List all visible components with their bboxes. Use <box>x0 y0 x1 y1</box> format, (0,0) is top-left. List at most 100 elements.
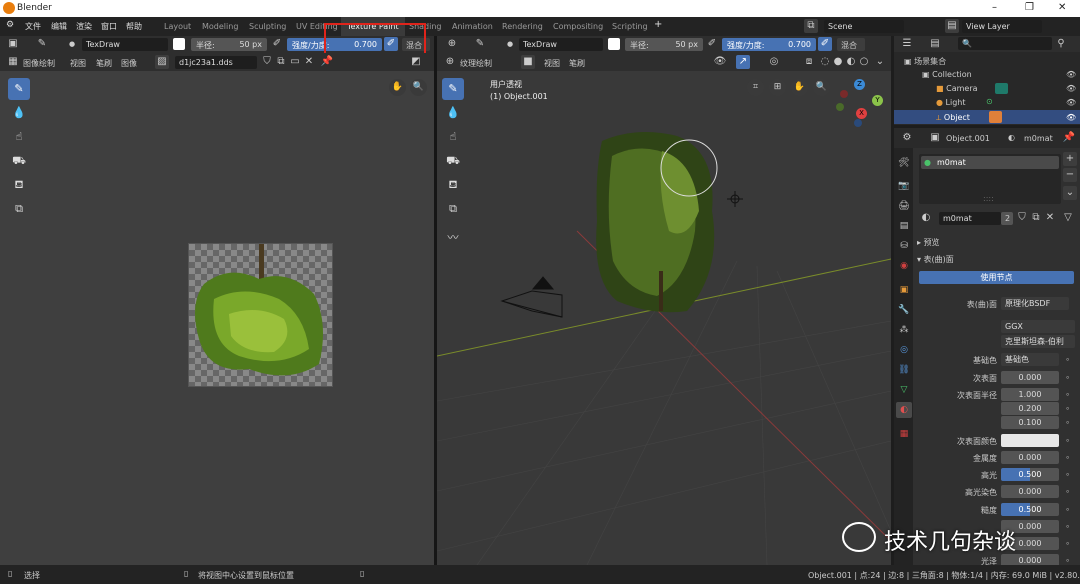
surface-section-header[interactable]: ▾ 表(曲)面 <box>917 254 954 265</box>
outliner-item-object-row[interactable] <box>894 110 1080 124</box>
material-users-count[interactable]: 2 <box>1001 212 1013 225</box>
mask-tool[interactable]: ⧉ <box>8 198 30 220</box>
tab-output-icon[interactable]: 🖨 <box>896 198 912 214</box>
tab-compositing[interactable]: Compositing <box>547 17 609 36</box>
link-dropdown-icon[interactable]: ▽ <box>1061 211 1075 225</box>
gizmo-neg-x[interactable] <box>840 90 848 98</box>
blender-menu-icon[interactable]: ⚙ <box>6 20 14 30</box>
gizmo-z-axis[interactable]: Z <box>854 79 865 90</box>
outliner-item-camera[interactable]: ■ Camera <box>936 84 978 93</box>
surface-shader-dropdown[interactable]: 原理化BSDF <box>1001 297 1069 310</box>
tab-rendering[interactable]: Rendering <box>496 17 549 36</box>
fake-user-shield-icon[interactable]: ⛉ <box>260 55 274 69</box>
radius-pressure-icon[interactable]: ✐ <box>705 37 719 51</box>
visibility-eye-icon[interactable]: 👁 <box>1066 113 1076 122</box>
material-browse-icon[interactable]: ◐ <box>919 211 933 225</box>
gizmo-y-axis[interactable]: Y <box>872 95 883 106</box>
camera-view-icon[interactable]: ⌗ <box>747 79 764 96</box>
unlink-material-icon[interactable]: ✕ <box>1043 211 1057 225</box>
socket-dot-icon[interactable]: ∘ <box>1065 390 1070 399</box>
distribution-dropdown[interactable]: GGX <box>1001 320 1075 333</box>
mask-tool[interactable]: ⧉ <box>442 198 464 220</box>
socket-dot-icon[interactable]: ∘ <box>1065 539 1070 548</box>
brush-datablock-icon[interactable]: ● <box>503 37 517 51</box>
prop-value-1[interactable]: 0.000 <box>1001 371 1059 384</box>
scene-icon[interactable]: ⧉ <box>804 19 818 33</box>
socket-dot-icon[interactable]: ∘ <box>1065 487 1070 496</box>
overlay-toggle-icon[interactable]: ◎ <box>767 55 781 69</box>
brush-color-swatch[interactable] <box>608 38 620 50</box>
menu-window[interactable]: 窗口 <box>101 21 117 32</box>
clone-tool[interactable]: ⛟ <box>442 150 464 172</box>
shading-wireframe-icon[interactable]: ◌ <box>818 55 832 69</box>
draw-tool[interactable]: ✎ <box>8 78 30 100</box>
ortho-toggle-icon[interactable]: ⊞ <box>769 79 786 96</box>
strength-field[interactable]: 强度/力度: 0.700 <box>722 38 816 51</box>
view-object-types-icon[interactable]: 👁 <box>713 55 727 69</box>
camera-data-icon[interactable] <box>995 83 1008 94</box>
tab-physics-icon[interactable]: ◎ <box>896 342 912 358</box>
open-image-icon[interactable]: ▭ <box>288 55 302 69</box>
socket-dot-icon[interactable]: ∘ <box>1065 404 1070 413</box>
editor-type-icon[interactable]: ⊕ <box>443 55 457 69</box>
subsurface-color-swatch[interactable] <box>1001 434 1059 447</box>
tab-modeling[interactable]: Modeling <box>196 17 244 36</box>
list-resize-handle[interactable]: :::: <box>983 194 994 203</box>
shading-options-icon[interactable]: ⌄ <box>873 55 887 69</box>
draw-tool[interactable]: ✎ <box>442 78 464 100</box>
soften-tool[interactable]: 💧 <box>8 102 30 124</box>
socket-dot-icon[interactable]: ∘ <box>1065 556 1070 565</box>
radius-field[interactable]: 半径: 50 px <box>625 38 703 51</box>
socket-dot-icon[interactable]: ∘ <box>1065 522 1070 531</box>
tab-sculpting[interactable]: Sculpting <box>243 17 292 36</box>
shading-material-icon[interactable]: ◐ <box>844 55 858 69</box>
socket-dot-icon[interactable]: ∘ <box>1065 453 1070 462</box>
duplicate-material-icon[interactable]: ⧉ <box>1029 211 1043 225</box>
annotate-tool[interactable]: 〰 <box>442 227 464 249</box>
soften-tool[interactable]: 💧 <box>442 102 464 124</box>
scene-selector[interactable]: Scene <box>824 20 904 33</box>
menu-render[interactable]: 渲染 <box>76 21 92 32</box>
tab-world-icon[interactable]: ◉ <box>896 258 912 274</box>
blend-mode-dropdown[interactable]: 混合 <box>837 38 865 51</box>
visibility-eye-icon[interactable]: 👁 <box>1066 98 1076 107</box>
tab-layout[interactable]: Layout <box>158 17 197 36</box>
shading-rendered-icon[interactable]: ○ <box>857 55 871 69</box>
tab-modifier-icon[interactable]: 🔧 <box>896 302 912 318</box>
view-layer-icon[interactable]: ▤ <box>945 19 959 33</box>
xray-toggle-icon[interactable]: ⧈ <box>802 55 816 69</box>
menu-edit[interactable]: 编辑 <box>51 21 67 32</box>
minimize-button[interactable]: – <box>992 2 997 13</box>
socket-dot-icon[interactable]: ∘ <box>1065 355 1070 364</box>
visibility-eye-icon[interactable]: 👁 <box>1066 84 1076 93</box>
mask-toggle-icon[interactable]: ■ <box>521 55 535 69</box>
strength-pressure-icon[interactable]: ✐ <box>818 37 832 51</box>
menu-brush[interactable]: 笔刷 <box>569 58 585 69</box>
brush-color-swatch[interactable] <box>173 38 185 50</box>
add-slot-button[interactable]: + <box>1063 152 1077 166</box>
editor-type-icon[interactable]: ⚙ <box>900 131 914 145</box>
menu-brush[interactable]: 笔刷 <box>96 58 112 69</box>
material-slot-list[interactable]: ● m0mat :::: <box>919 154 1061 204</box>
tab-data-icon[interactable]: ▽ <box>896 382 912 398</box>
editor-type-icon[interactable]: ⊕ <box>445 37 459 51</box>
prop-value-4[interactable]: 0.100 <box>1001 416 1059 429</box>
prop-value-7[interactable]: 0.500 <box>1001 468 1059 481</box>
outliner-item-light[interactable]: ● Light <box>936 98 966 107</box>
tab-tool-icon[interactable]: 🛠 <box>896 155 912 171</box>
menu-view[interactable]: 视图 <box>70 58 86 69</box>
remove-slot-button[interactable]: − <box>1063 168 1077 182</box>
gizmo-toggle-icon[interactable]: ↗ <box>736 55 750 69</box>
brush-tool-icon[interactable]: ✎ <box>35 37 49 51</box>
texture-paint-mode-dropdown[interactable]: 纹理绘制 <box>460 58 492 69</box>
menu-file[interactable]: 文件 <box>25 21 41 32</box>
pan-hand-icon[interactable]: ✋ <box>389 79 406 96</box>
slot-specials-icon[interactable]: ⌄ <box>1063 186 1077 200</box>
unlink-image-icon[interactable]: ✕ <box>302 55 316 69</box>
brush-tool-icon[interactable]: ✎ <box>473 37 487 51</box>
zoom-icon[interactable]: 🔍 <box>813 79 830 96</box>
prop-value-9[interactable]: 0.500 <box>1001 503 1059 516</box>
use-nodes-button[interactable]: 使用节点 <box>919 271 1074 284</box>
menu-view[interactable]: 视图 <box>544 58 560 69</box>
shading-solid-icon[interactable]: ● <box>831 55 845 69</box>
